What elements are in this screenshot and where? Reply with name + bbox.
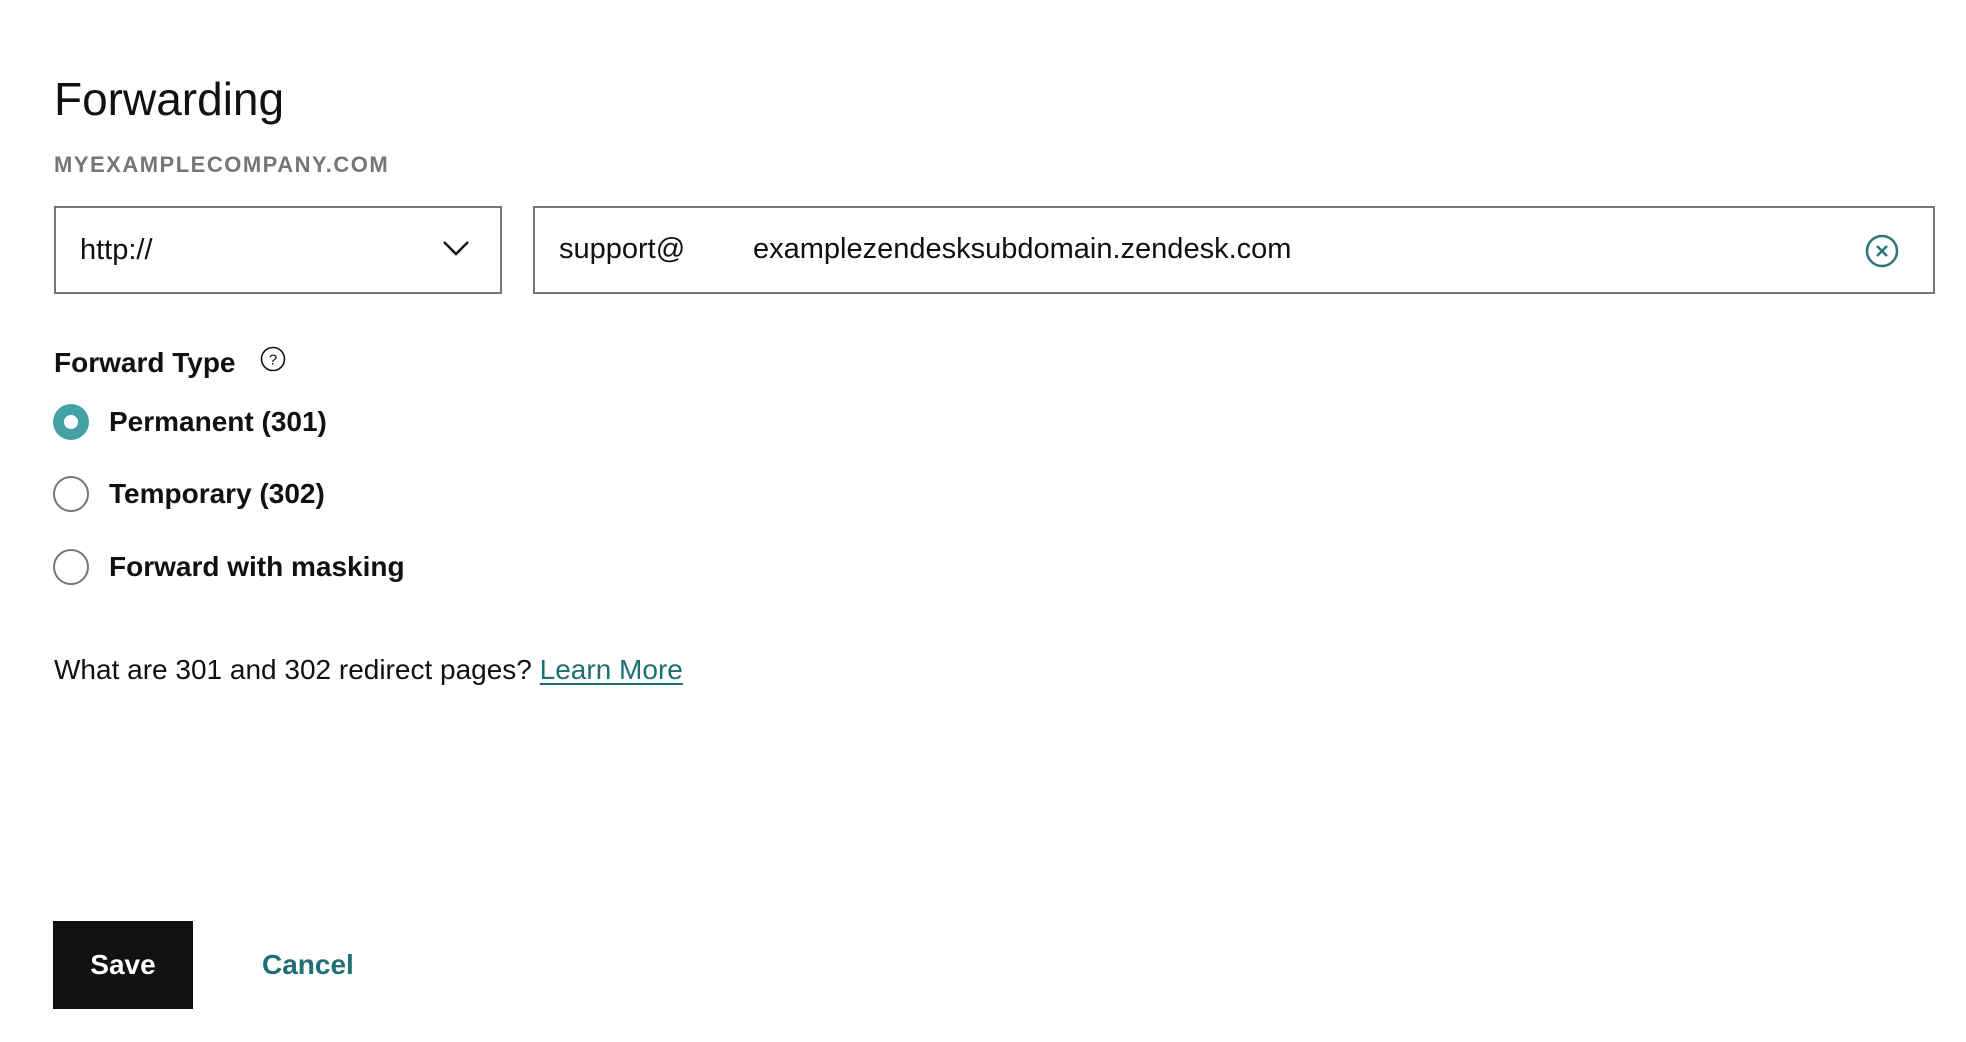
svg-text:?: ? bbox=[269, 352, 277, 369]
protocol-value: http:// bbox=[80, 234, 153, 266]
redirect-info: What are 301 and 302 redirect pages? Lea… bbox=[54, 654, 683, 686]
redirect-info-text: What are 301 and 302 redirect pages? bbox=[54, 654, 540, 685]
radio-temporary-302[interactable]: Temporary (302) bbox=[53, 476, 325, 512]
radio-permanent-301[interactable]: Permanent (301) bbox=[53, 404, 327, 440]
radio-button[interactable] bbox=[53, 549, 89, 585]
radio-label: Permanent (301) bbox=[109, 406, 327, 437]
learn-more-link[interactable]: Learn More bbox=[540, 654, 683, 685]
page-title: Forwarding bbox=[54, 73, 285, 125]
protocol-select[interactable]: http:// bbox=[54, 206, 502, 294]
close-circle-icon[interactable] bbox=[1865, 234, 1899, 268]
destination-input[interactable] bbox=[753, 233, 1833, 266]
destination-prefix: support@ bbox=[559, 233, 686, 265]
chevron-down-icon bbox=[443, 241, 469, 256]
question-circle-icon[interactable]: ? bbox=[260, 346, 286, 372]
radio-label: Forward with masking bbox=[109, 551, 405, 582]
forward-type-label: Forward Type bbox=[54, 347, 236, 378]
cancel-button[interactable]: Cancel bbox=[250, 921, 366, 1009]
radio-button[interactable] bbox=[53, 476, 89, 512]
radio-label: Temporary (302) bbox=[109, 478, 325, 509]
destination-field[interactable]: support@ bbox=[533, 206, 1935, 294]
save-button[interactable]: Save bbox=[53, 921, 193, 1009]
radio-button-selected[interactable] bbox=[53, 404, 89, 440]
domain-name: MYEXAMPLECOMPANY.COM bbox=[54, 152, 390, 177]
radio-forward-with-masking[interactable]: Forward with masking bbox=[53, 549, 405, 585]
